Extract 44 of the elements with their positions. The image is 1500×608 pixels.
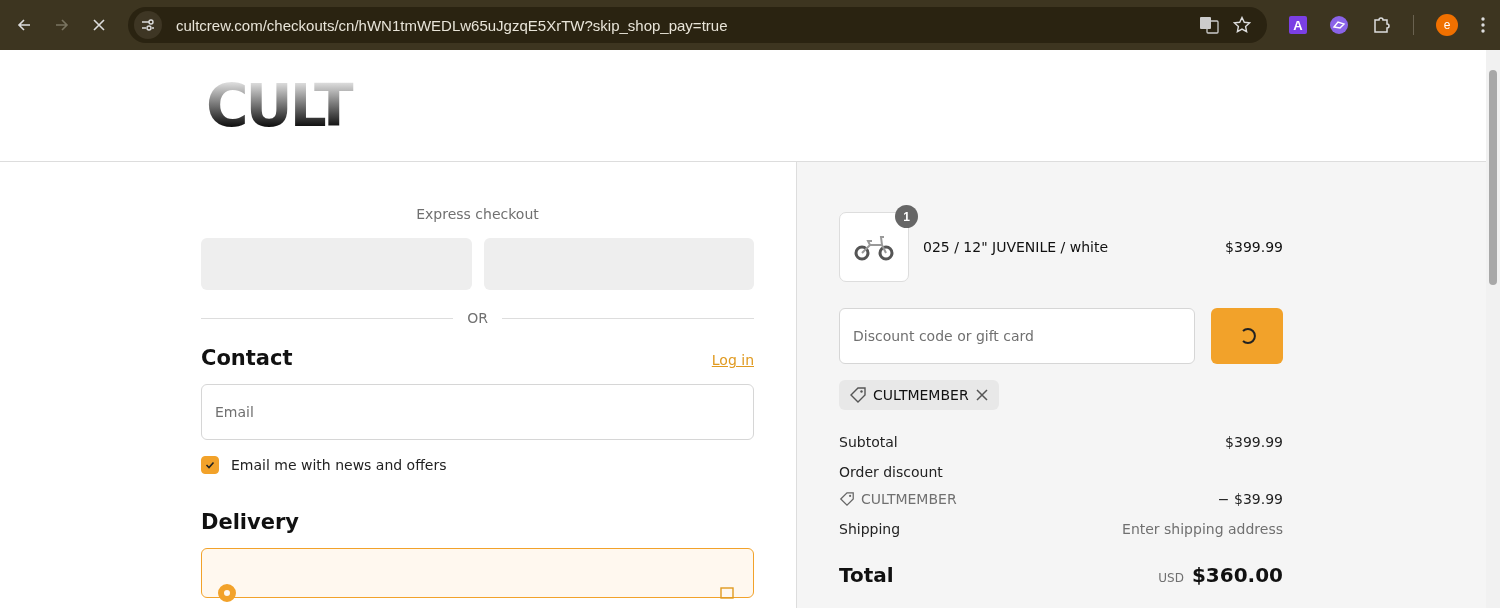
discount-code: CULTMEMBER: [873, 387, 969, 403]
discount-field[interactable]: Discount code or gift card: [839, 308, 1195, 364]
address-bar[interactable]: cultcrew.com/checkouts/cn/hWN1tmWEDLw65uJgzqE5XrTW?skip_shop_pay=true: [128, 7, 1267, 43]
checkbox[interactable]: [201, 456, 219, 474]
email-field[interactable]: Email: [201, 384, 754, 440]
divider-text: OR: [467, 310, 488, 326]
line-value: − $39.99: [1217, 491, 1283, 507]
currency-code: USD: [1158, 571, 1184, 585]
tag-icon: [849, 386, 867, 404]
checkbox-label: Email me with news and offers: [231, 457, 447, 473]
section-heading: Contact: [201, 346, 293, 370]
extension-icon[interactable]: A: [1289, 16, 1307, 34]
total-amount: $360.00: [1191, 563, 1283, 587]
remove-icon[interactable]: [974, 388, 989, 402]
line-label: CULTMEMBER: [861, 491, 957, 507]
forward-icon[interactable]: [54, 17, 70, 33]
product-price: $399.99: [1225, 239, 1283, 255]
site-settings-icon[interactable]: [134, 11, 162, 39]
total-label: Total: [839, 563, 894, 587]
check-icon: [204, 459, 216, 471]
extension-badge-icon[interactable]: [1329, 15, 1349, 35]
line-label: Shipping: [839, 521, 901, 537]
box-icon: [719, 585, 735, 601]
line-value: $399.99: [1225, 434, 1283, 450]
back-icon[interactable]: [16, 17, 32, 33]
star-icon[interactable]: [1233, 16, 1251, 34]
product-title: 025 / 12" JUVENILE / white: [923, 239, 1110, 255]
scrollbar[interactable]: [1486, 50, 1500, 608]
close-icon[interactable]: [92, 18, 106, 32]
line-label: Subtotal: [839, 434, 898, 450]
profile-avatar[interactable]: e: [1436, 14, 1458, 36]
section-heading: Delivery: [201, 510, 301, 534]
line-value: Enter shipping address: [1122, 521, 1283, 537]
login-link[interactable]: Log in: [711, 352, 754, 368]
line-label: Order discount: [839, 464, 943, 480]
bicycle-icon: [853, 233, 895, 261]
menu-icon[interactable]: [1480, 16, 1486, 34]
translate-icon[interactable]: [1199, 15, 1219, 35]
radio-button[interactable]: [218, 584, 236, 602]
quantity-badge: 1: [895, 205, 918, 228]
tag-icon: [839, 491, 855, 507]
section-title: Express checkout: [415, 206, 540, 222]
puzzle-icon[interactable]: [1371, 15, 1391, 35]
url-text: cultcrew.com/checkouts/cn/hWN1tmWEDLw65uJgzqE5XrTW?skip_shop_pay=true: [176, 16, 729, 34]
